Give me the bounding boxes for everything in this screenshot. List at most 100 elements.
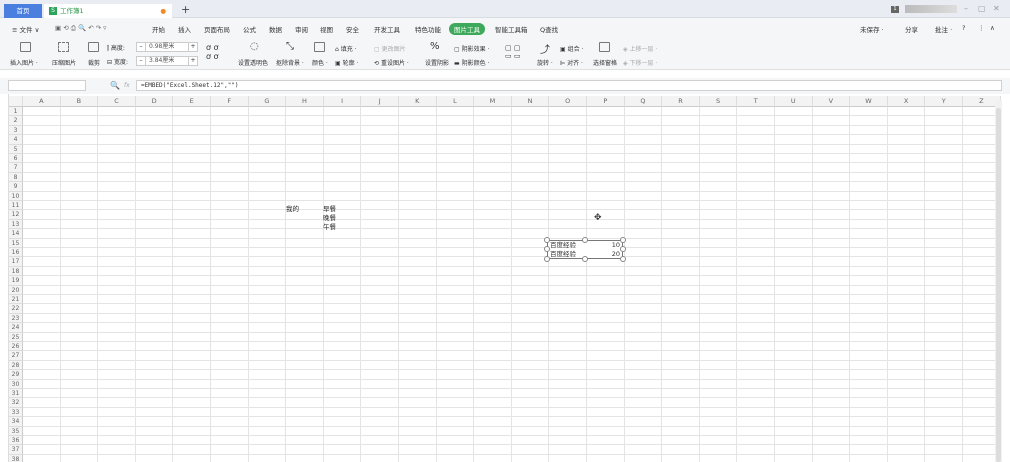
row-header[interactable]: 14 [9, 229, 23, 239]
rotate-button[interactable]: 旋转 · [537, 58, 553, 67]
column-header[interactable]: B [60, 96, 99, 107]
quick-access-icons[interactable]: ▣ ⟲ ⎙ 🔍 ↶ ↷ ▿ [55, 24, 106, 33]
collapse-ribbon-button[interactable]: ∧ [990, 24, 995, 32]
column-header[interactable]: A [23, 96, 61, 107]
shadow-color-button[interactable]: ▬ 阴影颜色 · [454, 58, 489, 67]
compress-button[interactable]: 压缩图片 [52, 58, 76, 67]
resize-handle[interactable] [620, 246, 626, 252]
row-header[interactable]: 35 [9, 426, 23, 436]
column-header[interactable]: L [436, 96, 475, 107]
select-pane-button[interactable]: 选择窗格 [593, 58, 617, 67]
column-header[interactable]: I [323, 96, 362, 107]
row-header[interactable]: 15 [9, 238, 23, 248]
column-header[interactable]: J [361, 96, 399, 107]
remove-bg-button[interactable]: 抠除背景 · [276, 58, 304, 67]
row-header[interactable]: 18 [9, 266, 23, 277]
menu-tab[interactable]: 页面布局 [204, 24, 230, 34]
resize-handle[interactable] [620, 237, 626, 243]
row-header[interactable]: 3 [9, 125, 23, 136]
column-header[interactable]: P [587, 96, 625, 107]
row-header[interactable]: 10 [9, 191, 23, 201]
select-all-corner[interactable] [9, 96, 23, 107]
row-header[interactable]: 28 [9, 360, 23, 371]
restore-button[interactable]: ▢ [978, 4, 986, 13]
row-header[interactable]: 22 [9, 304, 23, 314]
row-header[interactable]: 11 [9, 201, 23, 211]
column-header[interactable]: U [775, 96, 813, 107]
menu-tab[interactable]: 视图 [320, 24, 333, 34]
column-header[interactable]: K [399, 96, 437, 107]
align-button[interactable]: ⊫ 对齐 · [560, 58, 583, 67]
menu-tab[interactable]: 开发工具 [374, 24, 400, 34]
row-header[interactable]: 2 [9, 116, 23, 126]
group-button[interactable]: ▣ 组合 · [560, 44, 583, 53]
row-header[interactable]: 37 [9, 445, 23, 455]
width-stepper[interactable]: –3.84厘米 + [136, 56, 198, 66]
help-button[interactable]: ? [962, 24, 965, 32]
cell-H11[interactable]: 我的 [286, 203, 299, 213]
row-header[interactable]: 8 [9, 172, 23, 183]
row-header[interactable]: 13 [9, 219, 23, 230]
resize-handle[interactable] [544, 237, 550, 243]
row-header[interactable]: 9 [9, 182, 23, 192]
shadow-effect-button[interactable]: ▢ 阴影效果 · [454, 44, 489, 53]
row-header[interactable]: 38 [9, 454, 23, 462]
column-header[interactable]: T [737, 96, 775, 107]
menu-tab[interactable]: 插入 [178, 24, 191, 34]
menu-tab[interactable]: 安全 [346, 24, 359, 34]
name-box[interactable] [8, 80, 86, 91]
column-header[interactable]: Q [624, 96, 663, 107]
column-header[interactable]: N [511, 96, 550, 107]
column-header[interactable]: X [887, 96, 926, 107]
menu-tab[interactable]: 智能工具箱 [495, 24, 528, 34]
resize-handle[interactable] [582, 237, 588, 243]
transparent-button[interactable]: 设置透明色 [238, 58, 268, 67]
fx-icon[interactable]: fx [124, 82, 130, 89]
row-header[interactable]: 1 [9, 107, 23, 117]
menu-tab[interactable]: 开始 [152, 24, 165, 34]
column-header[interactable]: S [699, 96, 738, 107]
row-header[interactable]: 36 [9, 436, 23, 446]
tab-home[interactable]: 首页 [4, 4, 42, 18]
set-shadow-button[interactable]: 设置阴影 [425, 58, 449, 67]
menu-tab[interactable]: 特色功能 [415, 24, 441, 34]
row-header[interactable]: 23 [9, 313, 23, 324]
column-header[interactable]: C [98, 96, 136, 107]
menu-tab[interactable]: 数据 [269, 24, 282, 34]
row-header[interactable]: 30 [9, 379, 23, 389]
row-header[interactable]: 7 [9, 163, 23, 173]
tab-workbook[interactable]: S 工作簿1 ● [44, 4, 172, 18]
height-stepper[interactable]: –0.98厘米 + [136, 42, 198, 52]
resize-handle[interactable] [582, 256, 588, 262]
column-header[interactable]: O [549, 96, 587, 107]
more-button[interactable]: ⋮ [978, 24, 985, 32]
row-header[interactable]: 34 [9, 417, 23, 427]
menu-tab[interactable]: 审阅 [295, 24, 308, 34]
column-header[interactable]: R [662, 96, 700, 107]
column-header[interactable]: Y [925, 96, 963, 107]
minimize-button[interactable]: – [964, 4, 968, 13]
row-header[interactable]: 4 [9, 135, 23, 145]
row-header[interactable]: 12 [9, 210, 23, 220]
row-header[interactable]: 33 [9, 407, 23, 418]
row-header[interactable]: 24 [9, 323, 23, 333]
row-header[interactable]: 19 [9, 276, 23, 286]
column-header[interactable]: D [135, 96, 174, 107]
new-tab-button[interactable]: + [181, 3, 190, 16]
row-header[interactable]: 29 [9, 370, 23, 380]
file-menu[interactable]: ≡ 文件 ∨ [12, 24, 39, 34]
user-avatar[interactable] [905, 5, 957, 13]
row-header[interactable]: 26 [9, 342, 23, 352]
shadow-nudge-icons[interactable]: ▢ ▢ ▭ ▭ [505, 44, 520, 60]
outline-button[interactable]: ▣ 轮廓 · [335, 58, 358, 67]
insert-picture-button[interactable]: 插入图片 · [10, 58, 38, 67]
formula-input[interactable]: =EMBED("Excel.Sheet.12","") [136, 80, 1002, 91]
row-header[interactable]: 21 [9, 295, 23, 305]
vertical-scrollbar[interactable] [995, 100, 1002, 462]
column-header[interactable]: G [248, 96, 287, 107]
column-header[interactable]: M [474, 96, 512, 107]
row-header[interactable]: 32 [9, 398, 23, 408]
spreadsheet-grid[interactable]: A B C D E F G H I J K L M N O P Q R S T U V W X Y Z 1 2 3 4 5 6 7 8 9 10 11 1… [8, 94, 1002, 462]
menu-tab[interactable]: 公式 [243, 24, 256, 34]
comment-button[interactable]: 批注 · [935, 24, 952, 34]
